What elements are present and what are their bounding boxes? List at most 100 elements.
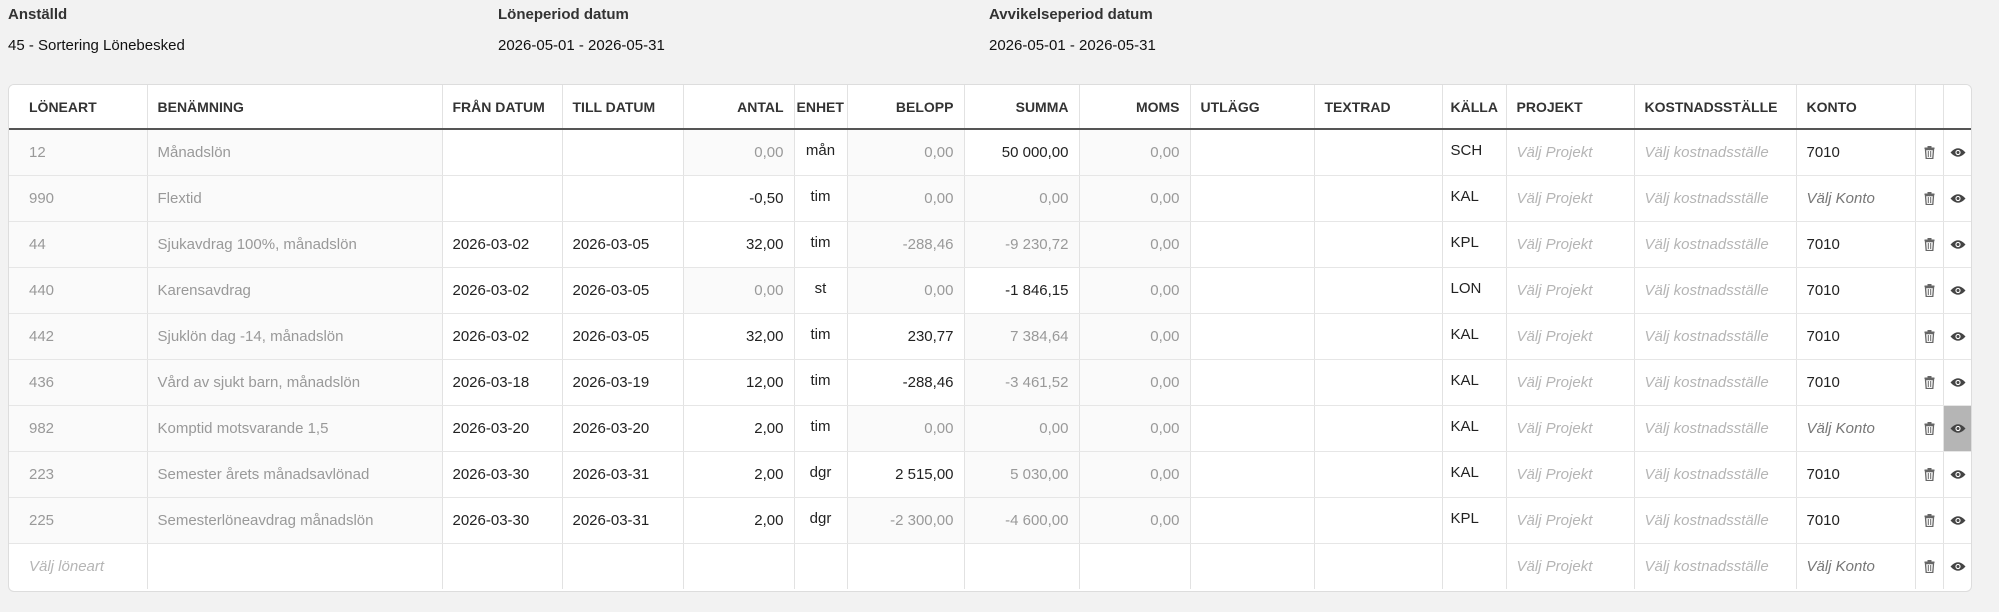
- view-row-button[interactable]: [1943, 313, 1971, 360]
- benamning-cell[interactable]: Semesterlöneavdrag månadslön: [147, 497, 443, 544]
- konto-select[interactable]: Välj Konto: [1796, 175, 1916, 222]
- col-header-utlagg[interactable]: UTLÄGG: [1190, 85, 1315, 130]
- konto-select[interactable]: 7010: [1796, 129, 1916, 176]
- summa-cell[interactable]: -9 230,72: [964, 221, 1080, 268]
- konto-select[interactable]: 7010: [1796, 313, 1916, 360]
- belopp-cell[interactable]: 0,00: [847, 175, 965, 222]
- utlagg-cell[interactable]: [1190, 497, 1315, 544]
- col-header-kalla[interactable]: KÄLLA: [1442, 85, 1507, 130]
- moms-cell[interactable]: 0,00: [1079, 405, 1191, 452]
- col-header-summa[interactable]: SUMMA: [964, 85, 1080, 130]
- benamning-cell[interactable]: Flextid: [147, 175, 443, 222]
- delete-row-button[interactable]: [1915, 543, 1944, 589]
- moms-cell[interactable]: 0,00: [1079, 451, 1191, 498]
- benamning-cell[interactable]: Sjukavdrag 100%, månadslön: [147, 221, 443, 268]
- projekt-select[interactable]: Välj Projekt: [1506, 497, 1635, 544]
- view-row-button[interactable]: [1943, 543, 1971, 589]
- till-datum-cell[interactable]: 2026-03-20: [562, 405, 684, 452]
- textrad-cell[interactable]: [1314, 497, 1443, 544]
- fran-datum-cell[interactable]: 2026-03-30: [442, 497, 563, 544]
- textrad-cell[interactable]: [1314, 175, 1443, 222]
- col-header-fran-datum[interactable]: FRÅN DATUM: [442, 85, 563, 130]
- delete-row-button[interactable]: [1915, 267, 1944, 314]
- projekt-select[interactable]: Välj Projekt: [1506, 221, 1635, 268]
- summa-cell[interactable]: 50 000,00: [964, 129, 1080, 176]
- kostnadsstalle-select[interactable]: Välj kostnadsställe: [1634, 497, 1797, 544]
- benamning-cell[interactable]: Semester årets månadsavlönad: [147, 451, 443, 498]
- col-header-belopp[interactable]: BELOPP: [847, 85, 965, 130]
- projekt-select[interactable]: Välj Projekt: [1506, 267, 1635, 314]
- belopp-cell[interactable]: 2 515,00: [847, 451, 965, 498]
- textrad-cell[interactable]: [1314, 451, 1443, 498]
- delete-row-button[interactable]: [1915, 405, 1944, 452]
- view-row-button[interactable]: [1943, 221, 1971, 268]
- utlagg-cell[interactable]: [1190, 267, 1315, 314]
- belopp-cell[interactable]: 0,00: [847, 405, 965, 452]
- textrad-cell[interactable]: [1314, 405, 1443, 452]
- view-row-button[interactable]: [1943, 175, 1971, 222]
- delete-row-button[interactable]: [1915, 497, 1944, 544]
- fran-datum-cell[interactable]: 2026-03-20: [442, 405, 563, 452]
- textrad-cell[interactable]: [1314, 359, 1443, 406]
- kostnadsstalle-select[interactable]: Välj kostnadsställe: [1634, 543, 1797, 589]
- benamning-cell[interactable]: Vård av sjukt barn, månadslön: [147, 359, 443, 406]
- till-datum-cell[interactable]: 2026-03-31: [562, 497, 684, 544]
- kostnadsstalle-select[interactable]: Välj kostnadsställe: [1634, 221, 1797, 268]
- loneart-cell[interactable]: 12: [9, 129, 148, 176]
- moms-cell[interactable]: 0,00: [1079, 497, 1191, 544]
- antal-cell[interactable]: 12,00: [683, 359, 795, 406]
- konto-select[interactable]: 7010: [1796, 497, 1916, 544]
- textrad-cell[interactable]: [1314, 267, 1443, 314]
- antal-cell[interactable]: 2,00: [683, 451, 795, 498]
- col-header-till-datum[interactable]: TILL DATUM: [562, 85, 684, 130]
- utlagg-cell[interactable]: [1190, 221, 1315, 268]
- till-datum-cell[interactable]: [562, 175, 684, 222]
- belopp-cell[interactable]: 230,77: [847, 313, 965, 360]
- benamning-cell[interactable]: Månadslön: [147, 129, 443, 176]
- col-header-enhet[interactable]: ENHET: [794, 85, 848, 130]
- col-header-antal[interactable]: ANTAL: [683, 85, 795, 130]
- delete-row-button[interactable]: [1915, 359, 1944, 406]
- fran-datum-cell[interactable]: 2026-03-30: [442, 451, 563, 498]
- moms-cell[interactable]: 0,00: [1079, 221, 1191, 268]
- fran-datum-cell[interactable]: 2026-03-02: [442, 267, 563, 314]
- loneart-select[interactable]: Välj löneart: [9, 543, 148, 589]
- loneart-cell[interactable]: 442: [9, 313, 148, 360]
- col-header-projekt[interactable]: PROJEKT: [1506, 85, 1635, 130]
- col-header-kostnadsstalle[interactable]: KOSTNADSSTÄLLE: [1634, 85, 1797, 130]
- delete-row-button[interactable]: [1915, 129, 1944, 176]
- projekt-select[interactable]: Välj Projekt: [1506, 175, 1635, 222]
- summa-cell[interactable]: 5 030,00: [964, 451, 1080, 498]
- view-row-button[interactable]: [1943, 129, 1971, 176]
- benamning-cell[interactable]: Karensavdrag: [147, 267, 443, 314]
- col-header-textrad[interactable]: TEXTRAD: [1314, 85, 1443, 130]
- moms-cell[interactable]: 0,00: [1079, 129, 1191, 176]
- till-datum-cell[interactable]: [562, 129, 684, 176]
- benamning-cell[interactable]: Komptid motsvarande 1,5: [147, 405, 443, 452]
- kostnadsstalle-select[interactable]: Välj kostnadsställe: [1634, 405, 1797, 452]
- utlagg-cell[interactable]: [1190, 313, 1315, 360]
- fran-datum-cell[interactable]: 2026-03-18: [442, 359, 563, 406]
- antal-cell[interactable]: 0,00: [683, 267, 795, 314]
- moms-cell[interactable]: 0,00: [1079, 267, 1191, 314]
- textrad-cell[interactable]: [1314, 313, 1443, 360]
- belopp-cell[interactable]: -2 300,00: [847, 497, 965, 544]
- konto-select[interactable]: 7010: [1796, 359, 1916, 406]
- delete-row-button[interactable]: [1915, 313, 1944, 360]
- view-row-button[interactable]: [1943, 497, 1971, 544]
- textrad-cell[interactable]: [1314, 543, 1443, 589]
- col-header-loneart[interactable]: LÖNEART: [9, 85, 148, 130]
- benamning-cell[interactable]: Sjuklön dag -14, månadslön: [147, 313, 443, 360]
- col-header-konto[interactable]: KONTO: [1796, 85, 1916, 130]
- konto-select[interactable]: 7010: [1796, 451, 1916, 498]
- belopp-cell[interactable]: [847, 543, 965, 589]
- fran-datum-cell[interactable]: [442, 175, 563, 222]
- utlagg-cell[interactable]: [1190, 543, 1315, 589]
- projekt-select[interactable]: Välj Projekt: [1506, 543, 1635, 589]
- loneart-cell[interactable]: 982: [9, 405, 148, 452]
- utlagg-cell[interactable]: [1190, 129, 1315, 176]
- till-datum-cell[interactable]: 2026-03-05: [562, 313, 684, 360]
- konto-select[interactable]: 7010: [1796, 267, 1916, 314]
- antal-cell[interactable]: 2,00: [683, 405, 795, 452]
- konto-select[interactable]: Välj Konto: [1796, 405, 1916, 452]
